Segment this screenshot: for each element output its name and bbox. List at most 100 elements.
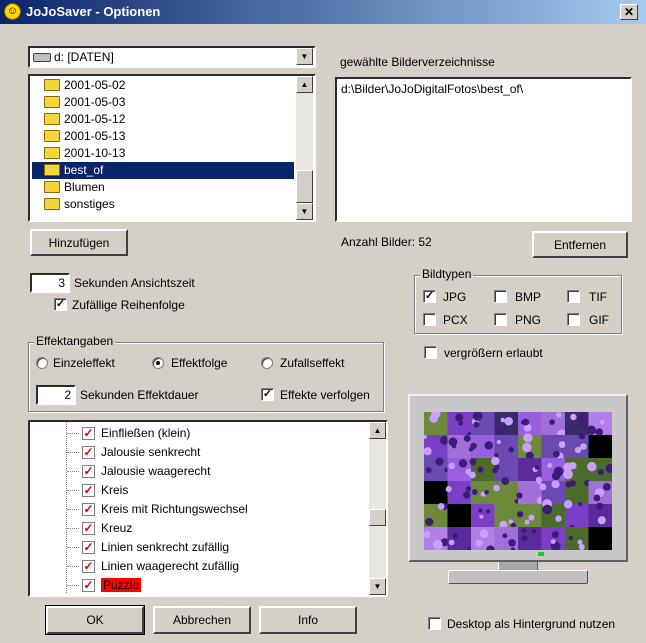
effect-duration-input[interactable]: 2 xyxy=(36,385,76,405)
jpg-checkbox[interactable]: ✓ xyxy=(423,290,436,303)
folder-list-item[interactable]: sonstiges xyxy=(32,196,294,213)
drive-select[interactable]: d: [DATEN] ▼ xyxy=(28,46,316,68)
title-bar[interactable]: ☺ JoJoSaver - Optionen ✕ xyxy=(0,0,646,24)
puzzle-flower-dot xyxy=(508,446,515,453)
close-button[interactable]: ✕ xyxy=(620,4,638,20)
tif-checkbox[interactable] xyxy=(567,290,580,303)
power-led xyxy=(538,552,544,556)
folder-list[interactable]: 2001-05-02 2001-05-03 2001-05-12 2001-05-13… xyxy=(28,74,316,222)
pcx-checkbox[interactable] xyxy=(423,313,436,326)
folder-icon xyxy=(44,181,60,193)
effect-list-item[interactable]: ✓ Kreis xyxy=(30,481,368,500)
puzzle-flower-dot xyxy=(522,418,530,426)
image-types-legend: Bildtypen xyxy=(420,267,474,281)
enlarge-checkbox[interactable] xyxy=(424,346,437,359)
puzzle-flower-dot xyxy=(586,425,597,435)
puzzle-flower-dot xyxy=(563,462,573,472)
effect-list-item[interactable]: ✓ Kreis mit Richtungswechsel xyxy=(30,500,368,519)
effect-name: Jalousie senkrecht xyxy=(101,445,201,459)
remove-button[interactable]: Entfernen xyxy=(532,231,628,258)
effect-checkbox[interactable]: ✓ xyxy=(82,465,95,478)
puzzle-flower-dot xyxy=(463,434,471,442)
random-order-checkbox[interactable]: ✓ xyxy=(54,298,67,311)
puzzle-flower-dot xyxy=(528,514,535,521)
puzzle-tile xyxy=(588,527,612,550)
puzzle-flower-dot xyxy=(496,439,501,445)
puzzle-tile xyxy=(588,435,612,459)
cancel-button[interactable]: Abbrechen xyxy=(153,606,251,634)
ok-button[interactable]: OK xyxy=(45,605,145,635)
bmp-checkbox[interactable] xyxy=(494,290,507,303)
view-time-input[interactable]: 3 xyxy=(30,273,70,293)
folder-list-item[interactable]: 2001-10-13 xyxy=(32,145,294,162)
gif-checkbox[interactable] xyxy=(567,313,580,326)
puzzle-flower-dot xyxy=(437,503,445,510)
effect-checkbox[interactable]: ✓ xyxy=(82,541,95,554)
chevron-down-icon[interactable]: ▼ xyxy=(296,48,313,65)
puzzle-flower-dot xyxy=(477,466,484,473)
selected-dirs-list[interactable]: d:\Bilder\JoJoDigitalFotos\best_of\ xyxy=(335,77,632,222)
puzzle-flower-dot xyxy=(563,500,573,509)
folder-list-item[interactable]: Blumen xyxy=(32,179,294,196)
effect-scroll-up[interactable]: ▲ xyxy=(369,422,386,439)
effect-checkbox[interactable]: ✓ xyxy=(82,560,95,573)
effect-name: Jalousie waagerecht xyxy=(101,464,211,478)
folder-list-item[interactable]: 2001-05-03 xyxy=(32,94,294,111)
selected-dir-item[interactable]: d:\Bilder\JoJoDigitalFotos\best_of\ xyxy=(341,82,523,96)
puzzle-flower-dot xyxy=(425,467,432,474)
effect-checkbox[interactable]: ✓ xyxy=(82,446,95,459)
folder-list-item[interactable]: best_of xyxy=(32,162,294,179)
puzzle-tile xyxy=(447,504,472,528)
folder-scroll-thumb[interactable] xyxy=(296,170,313,203)
effect-checkbox[interactable]: ✓ xyxy=(82,579,95,592)
effect-checkbox[interactable]: ✓ xyxy=(82,522,95,535)
tree-branch xyxy=(67,433,79,434)
random-effect-radio[interactable] xyxy=(261,357,273,369)
puzzle-flower-dot xyxy=(493,484,500,492)
puzzle-flower-dot xyxy=(547,462,553,468)
effect-list-item[interactable]: ✓ Einfließen (klein) xyxy=(30,424,368,443)
effect-list-item[interactable]: ✓ Puzzle xyxy=(30,576,368,595)
effect-sequence-radio[interactable] xyxy=(152,357,164,369)
effect-checkbox[interactable]: ✓ xyxy=(82,427,95,440)
puzzle-flower-dot xyxy=(550,539,556,544)
folder-icon xyxy=(44,96,60,108)
folder-list-item[interactable]: 2001-05-13 xyxy=(32,128,294,145)
png-label: PNG xyxy=(515,313,542,327)
effect-scroll-thumb[interactable] xyxy=(369,509,386,526)
desktop-bg-checkbox[interactable] xyxy=(428,617,441,630)
png-checkbox[interactable] xyxy=(494,313,507,326)
effect-checkbox[interactable]: ✓ xyxy=(82,503,95,516)
effect-name: Linien waagerecht zufällig xyxy=(101,559,240,573)
tree-branch xyxy=(67,452,79,453)
puzzle-flower-dot xyxy=(429,414,438,423)
effect-list-item[interactable]: ✓ Linien waagerecht zufällig xyxy=(30,557,368,576)
puzzle-flower-dot xyxy=(463,491,471,499)
add-button[interactable]: Hinzufügen xyxy=(30,229,128,256)
folder-list-item[interactable]: 2001-05-02 xyxy=(32,77,294,94)
info-button[interactable]: Info xyxy=(259,606,357,634)
puzzle-flower-dot xyxy=(435,457,444,466)
puzzle-tile xyxy=(424,481,448,505)
folder-list-item[interactable]: 2001-05-12 xyxy=(32,111,294,128)
effect-list-item[interactable]: ✓ Jalousie senkrecht xyxy=(30,443,368,462)
tree-branch xyxy=(67,547,79,548)
puzzle-preview-image xyxy=(424,412,612,550)
effect-list-item[interactable]: ✓ Linien senkrecht zufällig xyxy=(30,538,368,557)
effect-duration-label: Sekunden Effektdauer xyxy=(80,388,199,402)
effect-list-item[interactable]: ✓ Jalousie waagerecht xyxy=(30,462,368,481)
effect-checkbox[interactable]: ✓ xyxy=(82,484,95,497)
puzzle-flower-dot xyxy=(551,472,561,481)
tif-label: TIF xyxy=(589,290,607,304)
single-effect-radio[interactable] xyxy=(36,357,48,369)
scroll-up-button[interactable]: ▲ xyxy=(296,76,313,93)
puzzle-flower-dot xyxy=(508,539,516,547)
jpg-label: JPG xyxy=(443,290,467,304)
effect-list[interactable]: ✓ Einfließen (klein) ✓ Jalousie senkrecht ✓ J… xyxy=(28,420,388,597)
effect-scroll-down[interactable]: ▼ xyxy=(369,578,386,595)
effect-list-item[interactable]: ✓ Kreuz xyxy=(30,519,368,538)
follow-effects-checkbox[interactable]: ✓ xyxy=(261,388,274,401)
scroll-down-button[interactable]: ▼ xyxy=(296,203,313,220)
puzzle-flower-dot xyxy=(485,509,491,514)
view-time-label: Sekunden Ansichtszeit xyxy=(74,276,195,290)
